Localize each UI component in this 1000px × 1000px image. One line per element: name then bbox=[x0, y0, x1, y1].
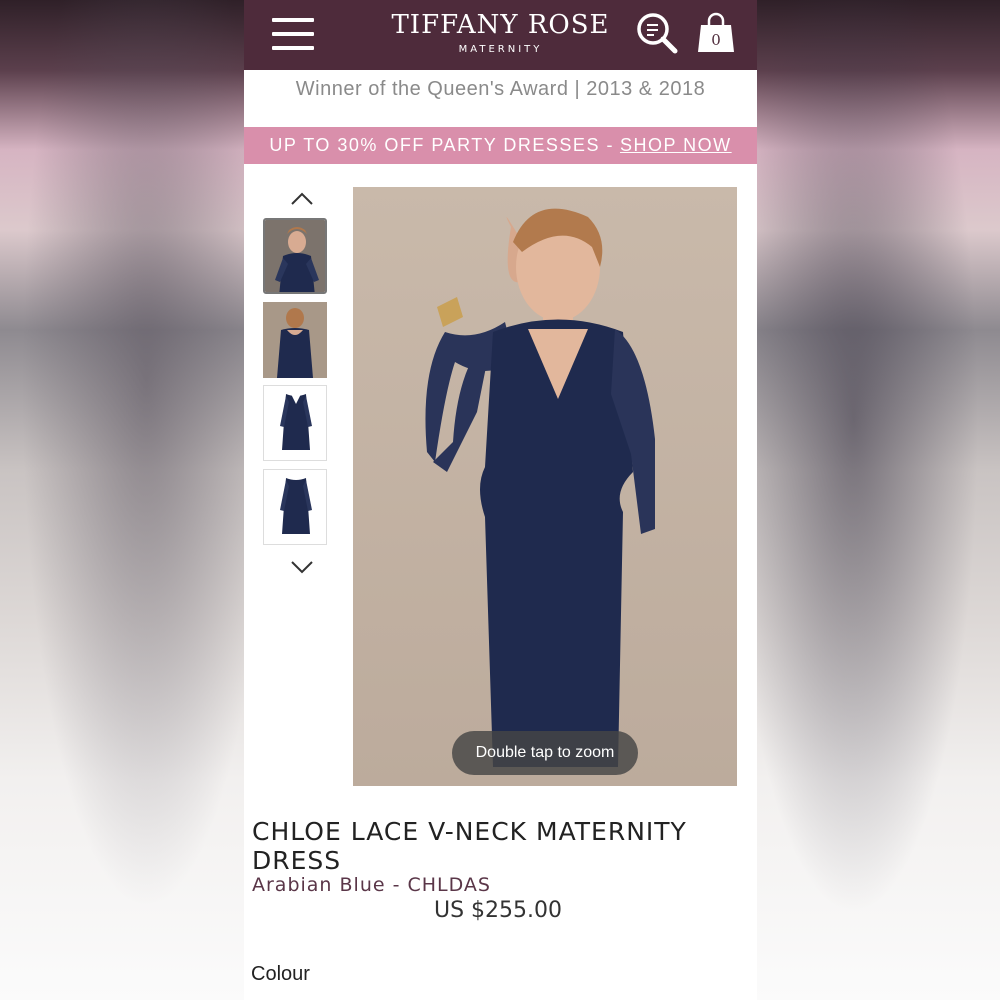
brand-logo[interactable]: TIFFANY ROSE bbox=[244, 10, 757, 40]
thumbnail-2[interactable] bbox=[263, 302, 327, 378]
shopping-bag-icon[interactable]: 0 bbox=[696, 12, 736, 54]
thumbnail-3[interactable] bbox=[263, 385, 327, 461]
thumbnail-4[interactable] bbox=[263, 469, 327, 545]
colour-label: Colour bbox=[251, 963, 310, 985]
chevron-up-icon[interactable] bbox=[290, 191, 314, 207]
product-page: TIFFANY ROSE MATERNITY 0 Winner of the Q… bbox=[244, 0, 757, 1000]
thumbnail-1[interactable] bbox=[263, 218, 327, 294]
site-header: TIFFANY ROSE MATERNITY 0 bbox=[244, 0, 757, 70]
cart-count: 0 bbox=[711, 31, 721, 49]
product-title: CHLOE LACE V-NECK MATERNITY DRESS bbox=[252, 817, 687, 875]
background-blur-left bbox=[0, 0, 244, 1000]
chevron-down-icon[interactable] bbox=[290, 559, 314, 575]
award-banner: Winner of the Queen's Award | 2013 & 201… bbox=[295, 78, 706, 100]
promo-text: UP TO 30% OFF PARTY DRESSES - bbox=[269, 135, 614, 155]
main-product-image[interactable] bbox=[353, 187, 737, 786]
product-price: US $255.00 bbox=[434, 898, 563, 923]
promo-banner: UP TO 30% OFF PARTY DRESSES - SHOP NOW bbox=[244, 127, 757, 164]
zoom-hint: Double tap to zoom bbox=[452, 731, 638, 775]
background-blur-right bbox=[756, 0, 1000, 1000]
brand-subtitle: MATERNITY bbox=[458, 44, 543, 55]
product-colour-code: Arabian Blue - CHLDAS bbox=[252, 874, 491, 896]
shop-now-link[interactable]: SHOP NOW bbox=[620, 135, 732, 156]
search-icon[interactable] bbox=[634, 10, 680, 56]
